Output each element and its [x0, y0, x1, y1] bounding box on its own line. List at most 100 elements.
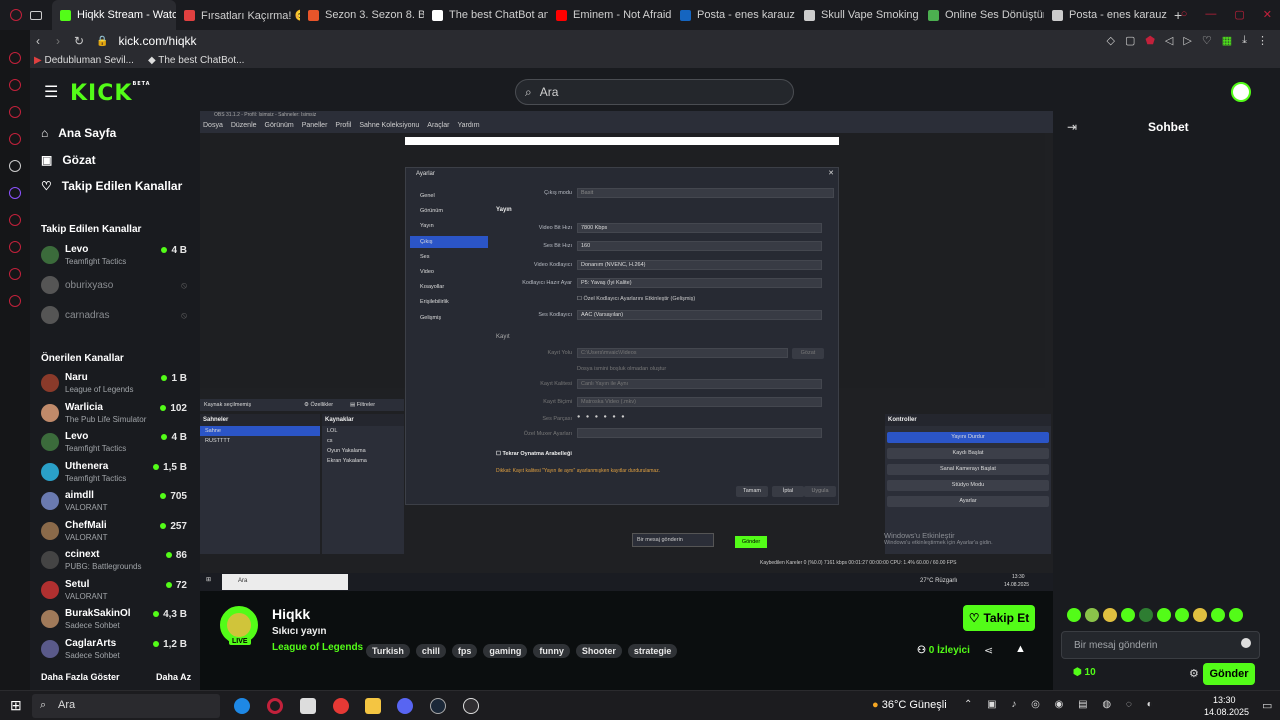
sidebar-app-icon[interactable] [9, 106, 21, 118]
tab-overview-icon[interactable] [30, 10, 42, 20]
channel-item[interactable]: aimdll VALORANT 705 [41, 488, 191, 516]
discord-icon[interactable] [397, 698, 413, 714]
properties-button[interactable]: ⚙ Özellikler [300, 399, 337, 411]
opera-icon[interactable] [267, 698, 283, 714]
record-path-field[interactable]: C:\Users\mvaic\Videos [577, 348, 788, 358]
browser-tab[interactable]: Sezon 3. Sezon 8. Bölüm [300, 0, 424, 30]
output-mode-select[interactable]: Basit [577, 188, 834, 198]
snapshot-icon[interactable]: ▢ [1125, 34, 1135, 47]
settings-tab[interactable]: Erişilebilirlik [410, 296, 488, 308]
stream-category[interactable]: League of Legends [272, 642, 363, 653]
emote-icon[interactable] [1067, 608, 1081, 622]
channel-item[interactable]: BurakSakinOl Sadece Sohbet 4,3 B [41, 606, 191, 634]
obs-control-button[interactable]: Kaydı Başlat [887, 448, 1049, 459]
channel-item[interactable]: oburixyaso ⦸ [41, 272, 191, 300]
sidebar-app-icon[interactable] [9, 187, 21, 199]
source-item[interactable]: LOL [322, 426, 404, 436]
audio-track-checkboxes[interactable]: ● ● ● ● ● ● [577, 414, 627, 420]
start-icon[interactable]: ⊞ [10, 697, 22, 714]
chat-settings-icon[interactable]: ⚙ [1189, 667, 1199, 680]
browser-tab[interactable]: Skull Vape Smoking Log [796, 0, 920, 30]
taskbar-time[interactable]: 13:30 [1213, 695, 1236, 705]
edge-icon[interactable] [234, 698, 250, 714]
setting-field[interactable]: P5: Yavaş (İyi Kalite) [577, 278, 822, 288]
channel-item[interactable]: Uthenera Teamfight Tactics 1,5 B [41, 459, 191, 487]
show-more-link[interactable]: Daha Fazla Göster [41, 672, 120, 682]
sidebar-app-icon[interactable] [9, 160, 21, 172]
filters-button[interactable]: ▤ Filtreler [346, 399, 379, 411]
custom-muxer-field[interactable] [577, 428, 822, 438]
taskbar-search[interactable]: ⌕ Ara [32, 694, 220, 718]
shield-icon[interactable]: ⬟ [1145, 34, 1155, 47]
channel-item[interactable]: carnadras ⦸ [41, 302, 191, 330]
stream-tag[interactable]: Turkish [366, 644, 410, 658]
replay-buffer-checkbox[interactable]: ☐ Tekrar Oynatma Arabelleği [496, 451, 572, 457]
cancel-button[interactable]: İptal [772, 486, 804, 497]
stream-tag[interactable]: gaming [483, 644, 528, 658]
source-item[interactable]: cs [322, 436, 404, 446]
obs-chat-input[interactable]: Bir mesaj gönderin [632, 533, 714, 547]
obs-menu-item[interactable]: Araçlar [427, 122, 449, 129]
ok-button[interactable]: Tamam [736, 486, 768, 497]
browser-tab[interactable]: Online Ses Dönüştürücü [920, 0, 1044, 30]
browser-tab[interactable]: Fırsatları Kaçırma! 😊 [176, 0, 300, 30]
opera-menu-icon[interactable] [10, 9, 22, 21]
scene-item[interactable]: Sahne [200, 426, 320, 436]
obs-menu-item[interactable]: Düzenle [231, 122, 257, 129]
channel-item[interactable]: ccinext PUBG: Battlegrounds 86 [41, 547, 191, 575]
forward-icon[interactable]: › [56, 34, 60, 48]
settings-tab[interactable]: Ses [410, 251, 488, 263]
channel-item[interactable]: CaglarArts Sadece Sohbet 1,2 B [41, 636, 191, 664]
stream-tag[interactable]: funny [533, 644, 570, 658]
browser-tab[interactable]: The best ChatBot and W [424, 0, 548, 30]
share-icon[interactable]: ◁ [1165, 34, 1173, 47]
back-icon[interactable]: ‹ [36, 34, 40, 48]
bookmark-icon[interactable]: ◇ [1106, 34, 1114, 47]
bookmark-item[interactable]: ◆ The best ChatBot... [148, 55, 244, 66]
sidebar-app-icon[interactable] [9, 52, 21, 64]
emote-icon[interactable] [1139, 608, 1153, 622]
kick-logo[interactable]: KICKBETA [70, 81, 151, 106]
download-icon[interactable]: ⤓ [1242, 34, 1247, 47]
settings-tab[interactable]: Gelişmiş [410, 312, 488, 324]
apply-button[interactable]: Uygula [804, 486, 836, 497]
video-player[interactable]: OBS 31.1.2 - Profil: Isimsiz - Sahneler:… [200, 111, 1053, 591]
extension-icon[interactable]: ▦ [1222, 34, 1232, 47]
bookmark-item[interactable]: ▶ Dedubluman Sevil... [34, 55, 134, 66]
menu-icon[interactable]: ⋮ [1257, 34, 1268, 47]
record-quality-select[interactable]: Canlı Yayın ile Aynı [577, 379, 822, 389]
notification-icon[interactable]: ▭ [1262, 699, 1272, 712]
chat-input[interactable]: Bir mesaj gönderin [1061, 631, 1260, 659]
chat-send-button[interactable]: Gönder [1203, 663, 1255, 685]
nav-browse[interactable]: ▣ Gözat [41, 153, 96, 167]
url-field[interactable]: kick.com/hiqkk [119, 34, 197, 48]
obs-menu-item[interactable]: Görünüm [265, 122, 294, 129]
channel-item[interactable]: Naru League of Legends 1 B [41, 370, 191, 398]
search-input[interactable]: Ara [540, 85, 559, 99]
setting-field[interactable]: Donanım (NVENC, H.264) [577, 260, 822, 270]
search-tabs-icon[interactable]: ○ [1181, 8, 1188, 21]
obs-menu-item[interactable]: Dosya [203, 122, 223, 129]
scene-item[interactable]: RUSTTTT [200, 436, 320, 446]
reload-icon[interactable]: ↻ [74, 34, 84, 48]
browse-button[interactable]: Gözat [792, 348, 824, 359]
minimize-icon[interactable]: — [1205, 8, 1216, 21]
settings-tab[interactable]: Genel [410, 190, 488, 202]
browser-tab[interactable]: Eminem - Not Afraid - Y [548, 0, 672, 30]
weather-widget[interactable]: ● 36°C Güneşli [872, 699, 947, 711]
browser-tab[interactable]: Posta - enes karauz - O [1044, 0, 1168, 30]
hamburger-icon[interactable]: ☰ [44, 82, 58, 102]
emote-icon[interactable] [1157, 608, 1171, 622]
emote-icon[interactable] [1121, 608, 1135, 622]
share-icon[interactable]: ⋖ [984, 644, 993, 657]
user-avatar[interactable] [1231, 82, 1251, 102]
emote-icon[interactable] [1175, 608, 1189, 622]
setting-field[interactable]: 160 [577, 241, 822, 251]
heart-toolbar-icon[interactable]: ♡ [1202, 34, 1212, 47]
settings-tab[interactable]: Video [410, 266, 488, 278]
obs-control-button[interactable]: Ayarlar [887, 496, 1049, 507]
show-less-link[interactable]: Daha Az [156, 672, 191, 682]
obs-menu-item[interactable]: Sahne Koleksiyonu [359, 122, 419, 129]
sidebar-app-icon[interactable] [9, 268, 21, 280]
search-bar[interactable]: ⌕ Ara [515, 79, 794, 105]
